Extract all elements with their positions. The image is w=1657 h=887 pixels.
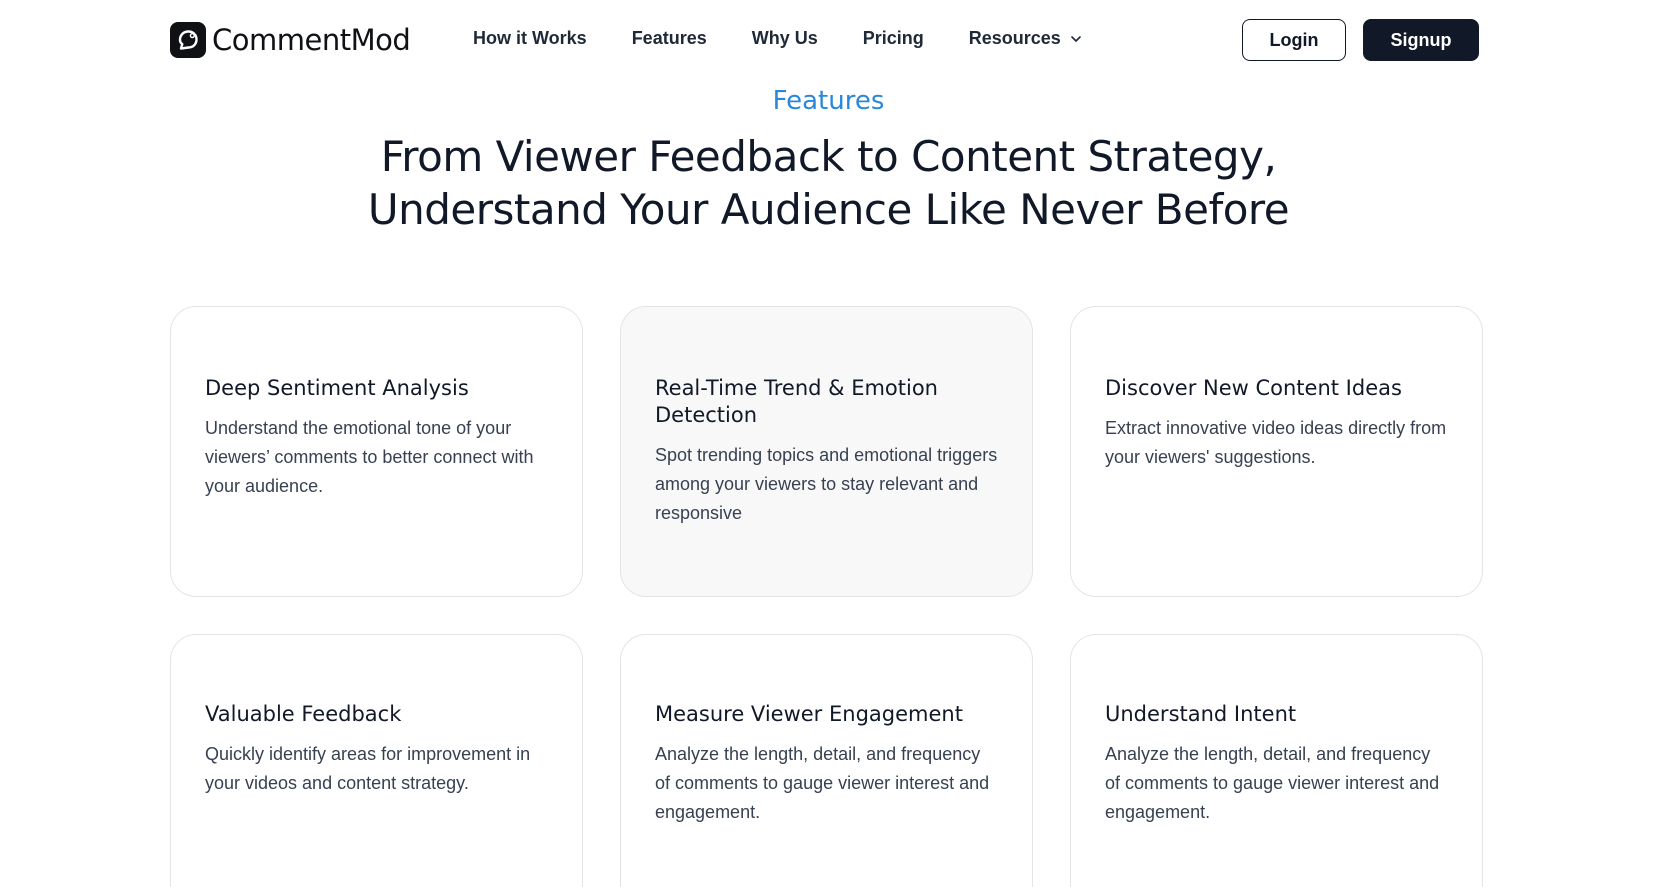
- feature-card-intent: Understand Intent Analyze the length, de…: [1070, 634, 1483, 887]
- signup-button[interactable]: Signup: [1363, 19, 1479, 61]
- feature-card-sentiment: Deep Sentiment Analysis Understand the e…: [170, 306, 583, 597]
- feature-card-trend-detection: Real-Time Trend & Emotion Detection Spot…: [620, 306, 1033, 597]
- brand-name: CommentMod: [212, 23, 411, 57]
- feature-card-title: Discover New Content Ideas: [1105, 376, 1402, 400]
- feature-card-title: Valuable Feedback: [205, 702, 402, 726]
- top-navigation: CommentMod How it Works Features Why Us …: [0, 0, 1657, 80]
- nav-pricing[interactable]: Pricing: [863, 28, 924, 49]
- main-menu: How it Works Features Why Us Pricing Res…: [473, 28, 1128, 49]
- login-button[interactable]: Login: [1242, 19, 1346, 61]
- feature-card-description: Extract innovative video ideas directly …: [1105, 418, 1447, 467]
- nav-features[interactable]: Features: [632, 28, 707, 49]
- feature-card-title: Understand Intent: [1105, 702, 1297, 726]
- nav-resources-label: Resources: [968, 28, 1061, 48]
- chevron-down-icon: [1069, 32, 1083, 46]
- headline-line-2: Understand Your Audience Like Never Befo…: [367, 185, 1290, 234]
- feature-card-description: Spot trending topics and emotional trigg…: [655, 445, 998, 523]
- brand-logo[interactable]: CommentMod: [170, 22, 411, 58]
- feature-card-description: Analyze the length, detail, and frequenc…: [655, 744, 990, 822]
- nav-resources[interactable]: Resources: [969, 28, 1083, 49]
- feature-card-description: Analyze the length, detail, and frequenc…: [1105, 744, 1440, 822]
- feature-card-description: Understand the emotional tone of your vi…: [205, 418, 534, 496]
- feature-card-title: Deep Sentiment Analysis: [205, 376, 469, 400]
- feature-card-title: Real-Time Trend & Emotion Detection: [655, 376, 938, 427]
- nav-how-it-works[interactable]: How it Works: [473, 28, 587, 49]
- nav-why-us[interactable]: Why Us: [752, 28, 818, 49]
- feature-card-feedback: Valuable Feedback Quickly identify areas…: [170, 634, 583, 887]
- section-eyebrow: Features: [772, 86, 885, 116]
- feature-card-description: Quickly identify areas for improvement i…: [205, 744, 531, 793]
- headline-line-1: From Viewer Feedback to Content Strategy…: [380, 132, 1277, 181]
- comment-bubble-icon: [170, 22, 206, 58]
- feature-card-content-ideas: Discover New Content Ideas Extract innov…: [1070, 306, 1483, 597]
- section-headline: From Viewer Feedback to Content Strategy…: [0, 130, 1657, 236]
- feature-card-engagement: Measure Viewer Engagement Analyze the le…: [620, 634, 1033, 887]
- feature-card-title: Measure Viewer Engagement: [655, 702, 963, 726]
